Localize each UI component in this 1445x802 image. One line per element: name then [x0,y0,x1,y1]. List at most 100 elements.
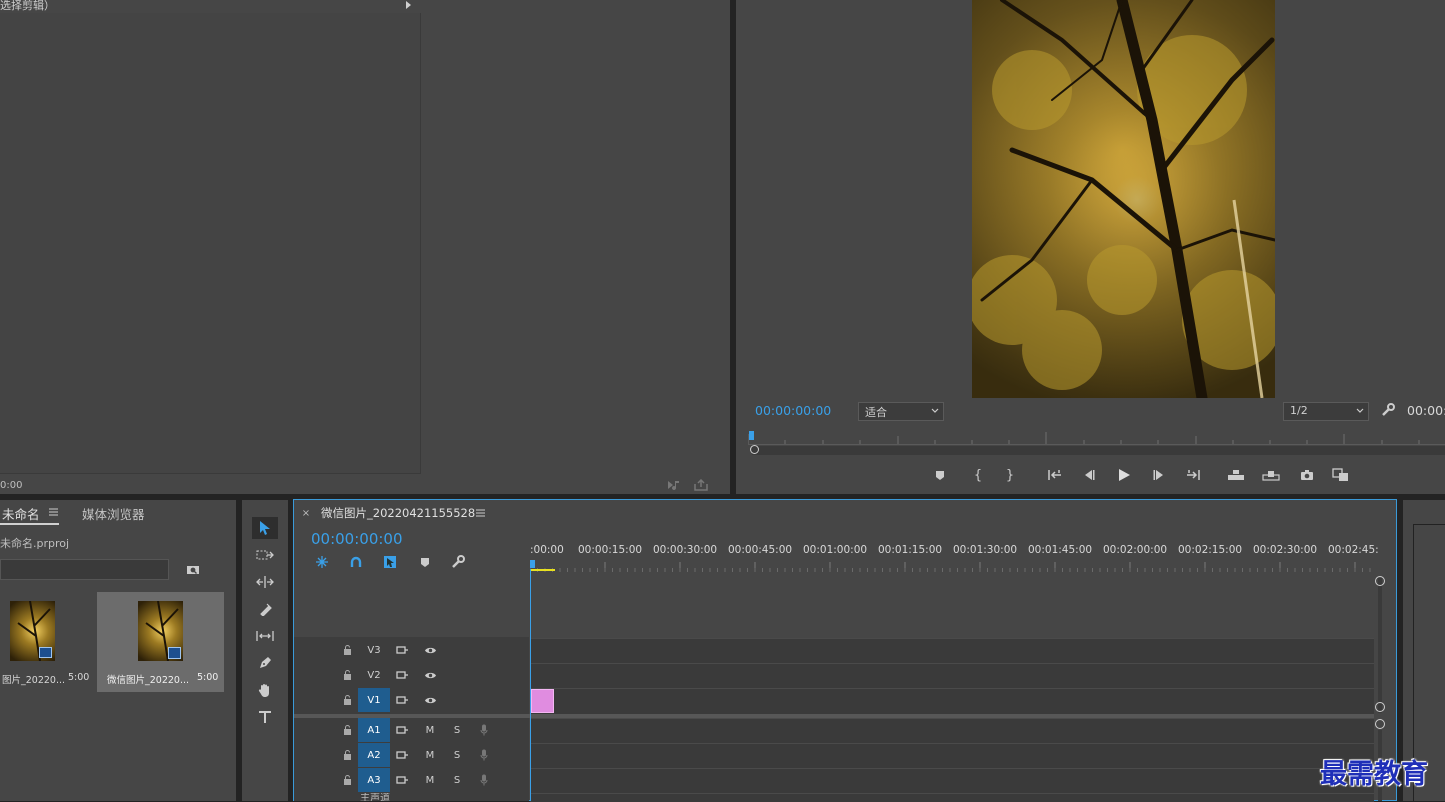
project-item-1[interactable]: 图片_20220... 5:00 [0,592,96,692]
video-track-header-v2: V2 [294,663,529,688]
track-label-a1[interactable]: A1 [358,718,390,742]
mark-in-icon[interactable]: { [970,467,986,483]
overwrite-icon[interactable] [1261,467,1281,483]
nest-icon[interactable] [313,553,331,571]
go-to-in-icon[interactable] [1046,467,1064,483]
track-select-tool-icon[interactable] [255,546,275,564]
sync-lock-icon[interactable] [394,723,410,737]
insert-icon[interactable] [1226,467,1246,483]
program-zoom-bar[interactable] [752,446,1445,455]
linked-selection-icon[interactable] [381,553,399,571]
sync-lock-icon[interactable] [394,643,410,657]
solo-button[interactable]: S [448,768,466,792]
eye-icon[interactable] [422,668,438,682]
type-tool-icon[interactable] [255,708,275,726]
sync-lock-icon[interactable] [394,773,410,787]
playhead-line-overlay [530,569,531,801]
snap-magnet-icon[interactable] [347,553,365,571]
ruler-label: 00:01:45:00 [1028,544,1093,556]
expand-arrow-icon[interactable] [402,0,414,11]
zoom-handle[interactable] [750,445,759,454]
wrench-icon[interactable] [449,553,467,571]
hand-tool-icon[interactable] [255,681,275,699]
master-track-header: 主声道 [294,793,529,801]
mute-button[interactable]: M [421,718,439,742]
project-item-2[interactable]: 微信图片_20220... 5:00 [97,592,224,692]
master-track-label: 主声道 [360,793,390,801]
step-back-icon[interactable] [1081,467,1097,483]
track-label-a2[interactable]: A2 [358,743,390,767]
camera-icon[interactable] [1298,467,1316,483]
chevron-down-icon [931,407,939,415]
track-content-a1[interactable] [530,718,1374,743]
selection-tool-icon[interactable] [255,519,275,537]
sequence-tab-title[interactable]: 微信图片_20220421155528 [321,505,475,521]
mute-button[interactable]: M [421,743,439,767]
microphone-icon[interactable] [477,723,491,737]
sync-lock-icon[interactable] [394,748,410,762]
ruler-label: 00:02:30:00 [1253,544,1318,556]
scroll-handle-top[interactable] [1375,576,1385,586]
video-clip[interactable] [531,689,554,713]
fit-dropdown[interactable]: 适合 [858,402,944,421]
wrench-icon[interactable] [1380,402,1396,418]
microphone-icon[interactable] [477,773,491,787]
lock-icon[interactable] [341,749,353,761]
track-label-v1[interactable]: V1 [358,688,390,712]
resolution-dropdown-value: 1/2 [1290,404,1308,417]
mute-button[interactable]: M [421,768,439,792]
track-content-a2[interactable] [530,743,1374,768]
video-track-header-v1: V1 [294,688,529,713]
add-marker-icon[interactable] [416,553,434,571]
ripple-edit-tool-icon[interactable] [255,573,275,591]
go-to-out-icon[interactable] [1184,467,1202,483]
eye-icon[interactable] [422,643,438,657]
play-icon[interactable] [1115,466,1133,484]
audio-scroll-handle[interactable] [1375,719,1385,729]
audio-track-header-a1: A1 M S [294,718,529,743]
tab-project[interactable]: 未命名 [2,504,40,523]
lock-icon[interactable] [341,774,353,786]
track-content-a3[interactable] [530,768,1374,793]
project-search-input[interactable] [0,559,169,580]
lock-icon[interactable] [341,669,353,681]
lock-icon[interactable] [341,644,353,656]
panel-menu-icon[interactable] [474,507,486,519]
mark-out-icon[interactable]: } [1002,467,1018,483]
timeline-timecode[interactable]: 00:00:00:00 [311,530,403,548]
microphone-icon[interactable] [477,748,491,762]
tab-media-browser[interactable]: 媒体浏览器 [82,504,145,523]
timeline-ruler-ticks[interactable] [530,560,1374,572]
eye-icon[interactable] [422,693,438,707]
slip-tool-icon[interactable] [255,627,275,645]
solo-button[interactable]: S [448,718,466,742]
solo-button[interactable]: S [448,743,466,767]
sync-lock-icon[interactable] [394,693,410,707]
lock-icon[interactable] [341,724,353,736]
insert-audio-icon[interactable] [666,478,682,492]
track-content-v1[interactable] [530,688,1374,714]
pen-tool-icon[interactable] [255,654,275,672]
source-monitor-list [0,13,421,474]
sync-lock-icon[interactable] [394,668,410,682]
program-timecode[interactable]: 00:00:00:00 [755,403,831,418]
razor-tool-icon[interactable] [255,600,275,618]
vertical-scrollbar[interactable] [1378,578,1382,713]
find-icon[interactable] [184,561,202,577]
panel-menu-icon[interactable] [47,506,59,518]
lock-icon[interactable] [341,694,353,706]
resolution-dropdown[interactable]: 1/2 [1283,402,1369,421]
step-forward-icon[interactable] [1151,467,1167,483]
track-content-v3[interactable] [530,638,1374,663]
compare-view-icon[interactable] [1331,466,1351,484]
export-icon[interactable] [693,478,709,492]
track-label-v3[interactable]: V3 [358,638,390,662]
track-label-v2[interactable]: V2 [358,663,390,687]
close-icon[interactable]: × [300,507,312,519]
add-marker-icon[interactable] [932,467,948,483]
track-label-a3[interactable]: A3 [358,768,390,792]
ruler-label: 00:02:00:00 [1103,544,1168,556]
scroll-handle-bottom[interactable] [1375,702,1385,712]
track-content-v2[interactable] [530,663,1374,688]
program-ruler[interactable] [748,430,1445,445]
